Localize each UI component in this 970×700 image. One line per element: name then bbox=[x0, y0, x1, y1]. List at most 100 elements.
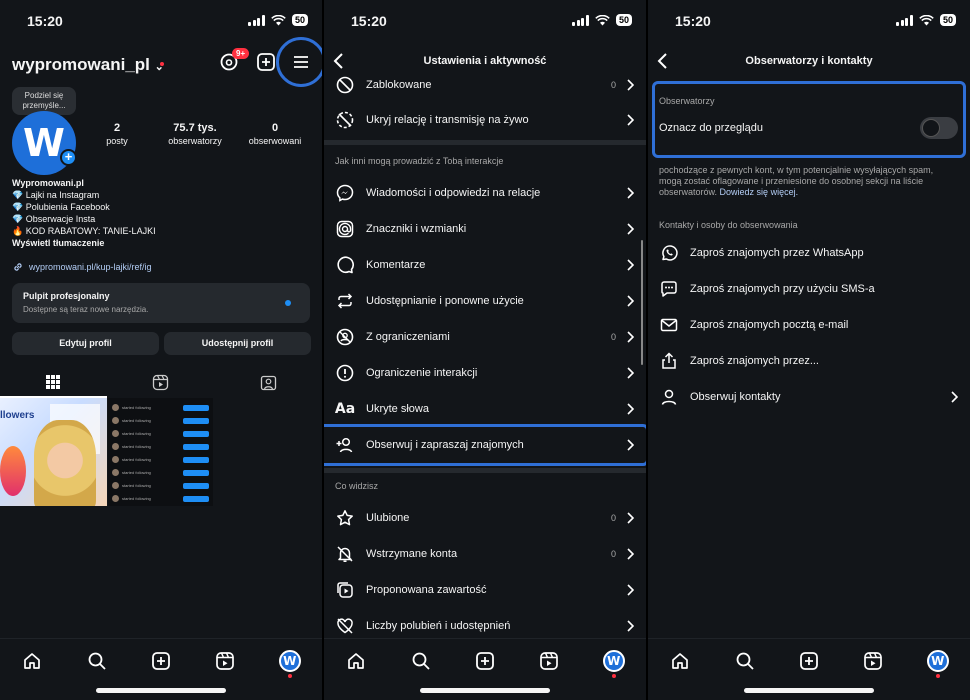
item-label: Ograniczenie interakcji bbox=[366, 367, 478, 379]
status-time: 15:20 bbox=[675, 13, 711, 29]
item-label: Ukryj relację i transmisję na żywo bbox=[366, 114, 529, 126]
settings-item-suggested[interactable]: Proponowana zawartość bbox=[324, 572, 646, 608]
share-icon bbox=[659, 351, 679, 371]
translate-link[interactable]: Wyświetl tłumaczenie bbox=[12, 237, 156, 249]
item-label: Wstrzymane konta bbox=[366, 548, 458, 560]
invite-sms[interactable]: Zaproś znajomych przy użyciu SMS-a bbox=[648, 271, 970, 307]
settings-item-sharing[interactable]: Udostępnianie i ponowne użycie bbox=[324, 283, 646, 319]
item-label: Ulubione bbox=[366, 512, 410, 524]
settings-item-messages[interactable]: Wiadomości i odpowiedzi na relacje bbox=[324, 175, 646, 211]
selection-highlight bbox=[652, 81, 966, 158]
item-label: Proponowana zawartość bbox=[366, 584, 487, 596]
settings-item-tags[interactable]: Znaczniki i wzmianki bbox=[324, 211, 646, 247]
profile-tab[interactable]: W bbox=[602, 649, 626, 678]
status-time: 15:20 bbox=[351, 13, 387, 29]
search-icon[interactable] bbox=[409, 649, 433, 673]
suggested-content-icon bbox=[335, 580, 355, 600]
status-time: 15:20 bbox=[27, 13, 63, 29]
invite-share[interactable]: Zaproś znajomych przez... bbox=[648, 343, 970, 379]
home-icon[interactable] bbox=[20, 649, 44, 673]
settings-item-hidden-words[interactable]: Aa Ukryte słowa bbox=[324, 391, 646, 427]
selection-highlight bbox=[324, 424, 646, 466]
scrollbar[interactable] bbox=[641, 240, 643, 365]
home-indicator bbox=[420, 688, 550, 693]
follow-contacts[interactable]: Obserwuj kontakty bbox=[648, 379, 970, 415]
profile-tab[interactable]: W bbox=[926, 649, 950, 678]
invite-email[interactable]: Zaproś znajomych pocztą e-mail bbox=[648, 307, 970, 343]
add-story-icon[interactable]: + bbox=[60, 149, 77, 166]
username-dropdown[interactable]: wypromowani_pl ⌄ bbox=[12, 55, 164, 75]
avatar: W bbox=[602, 650, 625, 672]
new-indicator-dot bbox=[285, 300, 291, 306]
add-post-icon[interactable] bbox=[256, 52, 276, 72]
notification-dot bbox=[287, 674, 292, 678]
profile-link[interactable]: wypromowani.pl/kup-lajki/ref/ig bbox=[12, 261, 152, 273]
stat-label: obserwowani bbox=[248, 136, 302, 146]
mail-icon bbox=[659, 315, 679, 335]
grid-icon[interactable] bbox=[45, 374, 61, 390]
stat-followers[interactable]: 75.7 tys. obserwatorzy bbox=[158, 122, 232, 146]
create-icon[interactable] bbox=[149, 649, 173, 673]
battery-icon: 50 bbox=[939, 14, 956, 26]
description-line: mogą zostać oflagowane i przeniesione do… bbox=[659, 176, 924, 186]
home-indicator bbox=[744, 688, 874, 693]
status-bar: 15:20 50 bbox=[324, 0, 646, 42]
stat-value: 75.7 tys. bbox=[173, 122, 217, 134]
settings-item-muted[interactable]: Wstrzymane konta 0 bbox=[324, 536, 646, 572]
hide-story-icon bbox=[335, 110, 355, 130]
reels-icon[interactable] bbox=[152, 374, 169, 391]
link-icon bbox=[14, 263, 22, 271]
item-label: Udostępnianie i ponowne użycie bbox=[366, 295, 524, 307]
settings-item-comments[interactable]: Komentarze bbox=[324, 247, 646, 283]
post-thumbnail[interactable]: llowers bbox=[0, 398, 107, 506]
page-title: Obserwatorzy i kontakty bbox=[745, 55, 873, 67]
invite-whatsapp[interactable]: Zaproś znajomych przez WhatsApp bbox=[648, 235, 970, 271]
settings-item-restricted[interactable]: Z ograniczeniami 0 bbox=[324, 319, 646, 355]
menu-highlight bbox=[276, 37, 322, 87]
professional-dashboard[interactable]: Pulpit profesjonalny Dostępne są teraz n… bbox=[12, 283, 310, 323]
post-thumbnail[interactable]: started following started following star… bbox=[108, 398, 213, 506]
home-icon[interactable] bbox=[344, 649, 368, 673]
chevron-right-icon bbox=[627, 620, 634, 632]
stat-following[interactable]: 0 obserwowani bbox=[240, 122, 310, 146]
person-icon bbox=[659, 387, 679, 407]
item-label: Z ograniczeniami bbox=[366, 331, 450, 343]
profile-tab[interactable]: W bbox=[278, 649, 302, 678]
item-label: Zaproś znajomych przez WhatsApp bbox=[690, 247, 864, 259]
stat-posts[interactable]: 2 posty bbox=[100, 122, 134, 146]
tagged-icon[interactable] bbox=[260, 374, 277, 391]
dashboard-title: Pulpit profesjonalny bbox=[23, 291, 110, 301]
notification-dot bbox=[611, 674, 616, 678]
settings-item-blocked[interactable]: Zablokowane 0 bbox=[324, 67, 646, 103]
threads-badge: 9+ bbox=[232, 48, 250, 59]
search-icon[interactable] bbox=[733, 649, 757, 673]
battery-icon: 50 bbox=[291, 14, 308, 26]
reels-icon[interactable] bbox=[213, 649, 237, 673]
sms-icon bbox=[659, 279, 679, 299]
bio-line: 💎 Polubienia Facebook bbox=[12, 202, 110, 212]
learn-more-link[interactable]: Dowiedz się więcej. bbox=[720, 187, 799, 197]
home-icon[interactable] bbox=[668, 649, 692, 673]
link-text: wypromowani.pl/kup-lajki/ref/ig bbox=[29, 262, 152, 272]
notification-dot bbox=[160, 62, 164, 66]
create-icon[interactable] bbox=[473, 649, 497, 673]
edit-profile-button[interactable]: Edytuj profil bbox=[12, 332, 159, 355]
share-profile-button[interactable]: Udostępnij profil bbox=[164, 332, 311, 355]
alert-icon bbox=[335, 363, 355, 383]
reels-icon[interactable] bbox=[861, 649, 885, 673]
item-label: Zablokowane bbox=[366, 79, 432, 91]
star-icon bbox=[335, 508, 355, 528]
search-icon[interactable] bbox=[85, 649, 109, 673]
settings-item-hide-story[interactable]: Ukryj relację i transmisję na żywo bbox=[324, 102, 646, 138]
create-icon[interactable] bbox=[797, 649, 821, 673]
item-label: Zaproś znajomych pocztą e-mail bbox=[690, 319, 849, 331]
reels-icon[interactable] bbox=[537, 649, 561, 673]
profile-tabs bbox=[0, 366, 322, 398]
settings-item-limit-interactions[interactable]: Ograniczenie interakcji bbox=[324, 355, 646, 391]
username: wypromowani_pl bbox=[12, 55, 150, 74]
stat-value: 2 bbox=[113, 122, 121, 134]
bio-name: Wypromowani.pl bbox=[12, 178, 84, 188]
item-count: 0 bbox=[610, 80, 616, 90]
item-count: 0 bbox=[610, 549, 616, 559]
settings-item-favorites[interactable]: Ulubione 0 bbox=[324, 500, 646, 536]
